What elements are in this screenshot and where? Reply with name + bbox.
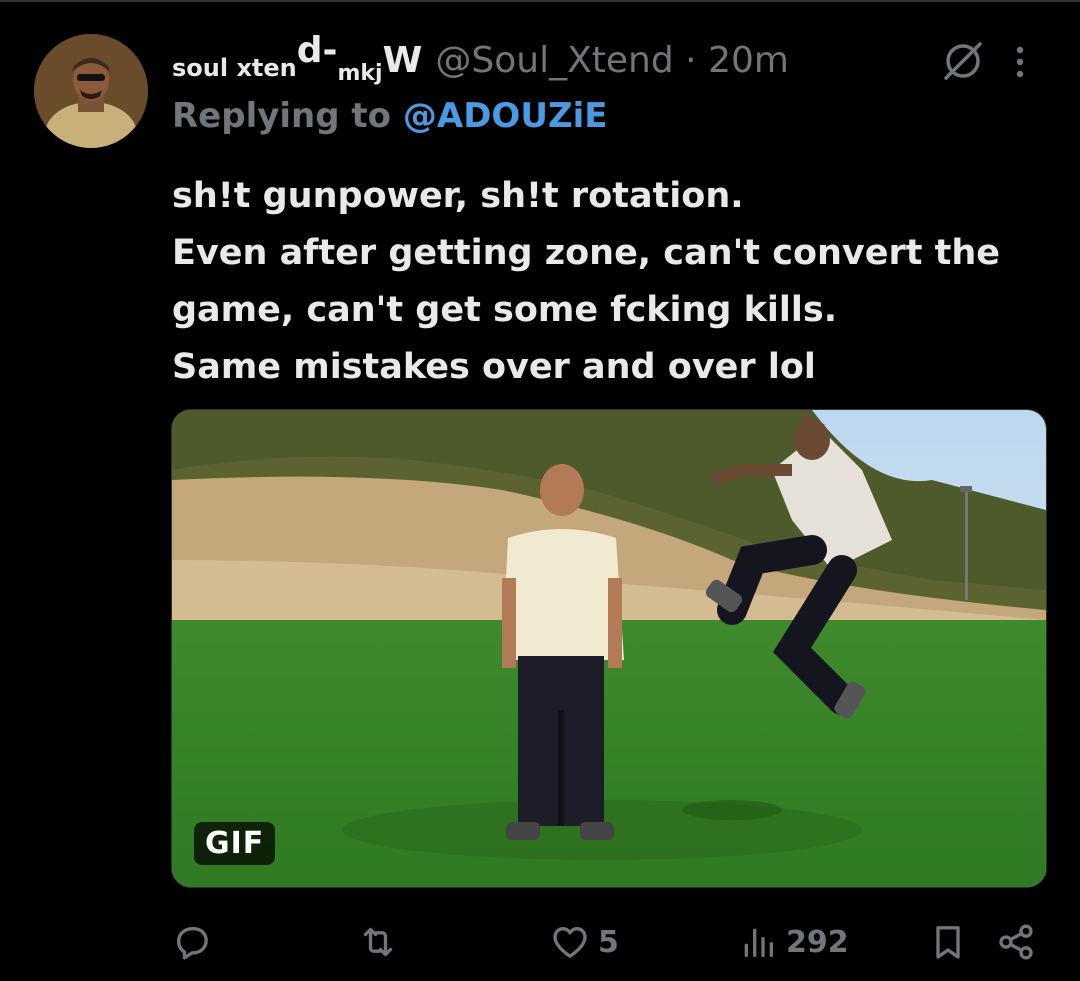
- views-icon: [744, 928, 773, 957]
- display-name-part[interactable]: d-: [297, 30, 338, 71]
- retweet-button[interactable]: [358, 912, 398, 972]
- tweet-text-line: sh!t gunpower, sh!t rotation.: [172, 176, 744, 216]
- action-bar: 5 292: [0, 912, 1080, 972]
- like-count: 5: [598, 924, 619, 960]
- tweet-text-line: game, can't get some fcking kills.: [172, 290, 838, 330]
- views-count: 292: [786, 924, 849, 960]
- tweet-text-line: Even after getting zone, can't convert t…: [172, 233, 1001, 273]
- timestamp: 20m: [708, 40, 789, 81]
- top-divider: [0, 0, 1080, 2]
- replying-prefix: Replying to: [172, 96, 392, 136]
- avatar[interactable]: [34, 34, 148, 148]
- grok-icon[interactable]: [942, 40, 984, 82]
- tweet-text: sh!t gunpower, sh!t rotation. Even after…: [172, 168, 1032, 396]
- reply-button[interactable]: [172, 912, 212, 972]
- reply-icon: [177, 927, 208, 960]
- views-button[interactable]: 292: [738, 912, 849, 972]
- bookmark-icon: [936, 926, 960, 959]
- tweet-text-line: Same mistakes over and over lol: [172, 347, 816, 387]
- retweet-icon: [363, 927, 393, 957]
- author-line: soul xtend-mkjW @Soul_Xtend · 20m: [172, 30, 789, 86]
- like-button[interactable]: 5: [550, 912, 619, 972]
- display-name-part[interactable]: mkj: [337, 61, 382, 86]
- gif-media[interactable]: GIF: [171, 409, 1047, 888]
- bookmark-button[interactable]: [928, 912, 968, 972]
- share-icon: [999, 924, 1033, 960]
- gif-badge: GIF: [194, 822, 276, 865]
- share-button[interactable]: [996, 912, 1036, 972]
- display-name-part[interactable]: W: [383, 40, 423, 81]
- replying-to: Replying to @ADOUZiE: [172, 96, 607, 136]
- display-name-part[interactable]: soul xten: [172, 54, 297, 82]
- author-handle[interactable]: @Soul_Xtend · 20m: [435, 40, 789, 81]
- reply-mention-link[interactable]: @ADOUZiE: [403, 96, 608, 136]
- tweet-header: soul xtend-mkjW @Soul_Xtend · 20m: [172, 30, 1080, 86]
- heart-icon: [553, 927, 587, 958]
- more-options-icon[interactable]: [1010, 42, 1030, 82]
